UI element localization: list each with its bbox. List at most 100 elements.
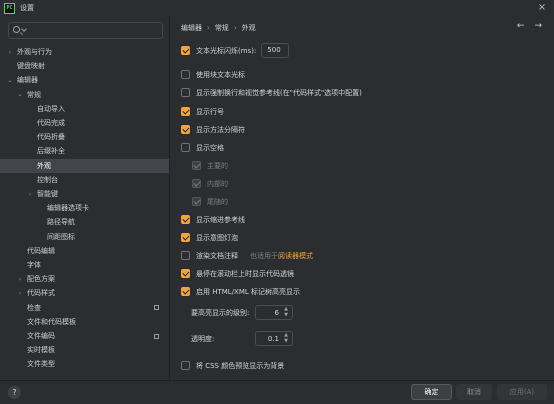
render-docs-hint: 也适用于阅读器模式 [250, 251, 313, 261]
tree-item[interactable]: 后缀补全 [0, 144, 169, 158]
close-icon[interactable]: × [537, 3, 547, 13]
tree-item-label: 外观 [37, 161, 51, 170]
tree-item[interactable]: ⌄ 常规 [0, 88, 169, 102]
html-xml-highlight-checkbox[interactable] [181, 287, 190, 296]
apply-button[interactable]: 应用(A) [497, 384, 547, 400]
tree-item[interactable]: 自动导入 [0, 102, 169, 116]
search-box[interactable] [8, 22, 163, 39]
caret-blink-checkbox[interactable] [181, 46, 190, 55]
nav-arrows: ← → [517, 21, 542, 31]
whitespaces-option[interactable]: 显示空格 [181, 141, 224, 154]
project-scope-icon [154, 333, 159, 339]
tree-item[interactable]: 间距图标 [0, 230, 169, 244]
tree-item[interactable]: 检查 [0, 301, 169, 315]
css-color-bg-option[interactable]: 将 CSS 颜色预览显示为背景 [181, 359, 284, 372]
tree-item-label: 代码样式 [27, 289, 55, 298]
tree-item-label: 文件编码 [27, 332, 55, 340]
chevron-down-icon[interactable]: ⌄ [16, 91, 24, 98]
css-color-bg-checkbox[interactable] [181, 361, 190, 370]
intention-bulb-label: 显示意图灯泡 [196, 233, 238, 242]
hard-wrap-guides-option[interactable]: 显示强制换行和视觉参考线(在"代码样式"选项中配置) [181, 86, 362, 99]
opacity-spinner[interactable]: 0.1 ▲ ▼ [255, 331, 293, 346]
breadcrumb-item: 外观 [241, 24, 256, 32]
code-lens-scrollbar-option[interactable]: 悬停在滚动栏上时显示代码透镜 [181, 267, 294, 280]
tree-item-label: 配色方案 [27, 275, 55, 284]
method-separators-checkbox[interactable] [181, 125, 190, 134]
render-docs-checkbox[interactable] [181, 251, 190, 260]
window-title: 设置 [20, 4, 34, 12]
tree-item[interactable]: 文件和代码模板 [0, 315, 169, 329]
tree-item[interactable]: 控制台 [0, 173, 169, 187]
tree-item[interactable]: › 外观与行为 [0, 45, 169, 59]
back-arrow-icon[interactable]: ← [517, 21, 525, 31]
tree-item[interactable]: 字体 [0, 258, 169, 272]
indent-guides-option[interactable]: 显示缩进参考线 [181, 213, 245, 226]
method-separators-label: 显示方法分隔符 [196, 125, 245, 134]
tree-item[interactable]: 实时模板 [0, 343, 169, 357]
render-docs-option[interactable]: 渲染文档注释 也适用于阅读器模式 [181, 249, 313, 262]
block-caret-checkbox[interactable] [181, 70, 190, 79]
html-xml-highlight-option[interactable]: 启用 HTML/XML 标记树高亮显示 [181, 285, 300, 298]
decrement-icon[interactable]: ▼ [283, 339, 289, 344]
search-input[interactable] [29, 24, 159, 37]
tree-item[interactable]: › 配色方案 [0, 272, 169, 286]
dialog-footer: ? 确定 取消 应用(A) [0, 380, 554, 404]
cancel-button[interactable]: 取消 [456, 384, 492, 400]
tree-item[interactable]: 路径导航 [0, 215, 169, 229]
chevron-right-icon[interactable]: › [16, 290, 24, 297]
block-caret-label: 使用块文本光标 [196, 70, 245, 79]
render-docs-hint-text: 也适用于 [250, 251, 278, 260]
line-numbers-option[interactable]: 显示行号 [181, 105, 224, 118]
ws-inner-option: 内部的 [192, 177, 228, 190]
tree-item-label: 智能键 [37, 190, 58, 198]
intention-bulb-option[interactable]: 显示意图灯泡 [181, 231, 238, 244]
chevron-down-icon[interactable] [21, 26, 27, 32]
hard-wrap-guides-checkbox[interactable] [181, 88, 190, 97]
block-caret-option[interactable]: 使用块文本光标 [181, 68, 245, 81]
tree-item-label: 控制台 [37, 175, 58, 184]
chevron-right-icon[interactable]: › [26, 191, 34, 198]
breadcrumb-item[interactable]: 编辑器 [181, 23, 202, 33]
hard-wrap-guides-label: 显示强制换行和视觉参考线(在"代码样式"选项中配置) [196, 88, 362, 97]
tree-item[interactable]: 文件编码 [0, 329, 169, 343]
help-icon[interactable]: ? [8, 386, 21, 399]
opacity-value: 0.1 [267, 335, 279, 343]
tree-item-label: 自动导入 [37, 104, 65, 113]
breadcrumb: 编辑器 › 常规 › 外观 [181, 23, 256, 33]
ok-button[interactable]: 确定 [411, 384, 452, 400]
indent-guides-checkbox[interactable] [181, 215, 190, 224]
tree-item[interactable]: › 代码样式 [0, 286, 169, 300]
tree-item[interactable]: › 智能键 [0, 187, 169, 201]
tree-item[interactable]: 键盘映射 [0, 59, 169, 73]
tree-item-label: 文件类型 [27, 360, 55, 369]
highlight-levels-spinner[interactable]: 6 ▲ ▼ [255, 305, 293, 320]
tree-item-label: 代码完成 [37, 119, 65, 127]
chevron-down-icon[interactable]: ⌄ [6, 77, 14, 84]
caret-blink-ms-input[interactable]: 500 [261, 43, 290, 58]
chevron-right-icon[interactable]: › [6, 49, 14, 56]
tree-item[interactable]: ⌄ 编辑器 [0, 73, 169, 87]
caret-blink-option[interactable]: 文本光标闪烁(ms): 500 [181, 43, 290, 58]
method-separators-option[interactable]: 显示方法分隔符 [181, 123, 245, 136]
decrement-icon[interactable]: ▼ [283, 313, 289, 318]
tree-item[interactable]: 代码完成 [0, 116, 169, 130]
tree-item-label: 编辑器 [17, 76, 38, 85]
forward-arrow-icon[interactable]: → [534, 21, 542, 31]
ws-leading-label: 主要的 [207, 161, 228, 170]
tree-item[interactable]: 代码编辑 [0, 244, 169, 258]
tree-item[interactable]: 外观 [0, 158, 169, 173]
whitespaces-checkbox[interactable] [181, 143, 190, 152]
tree-item[interactable]: 文件类型 [0, 357, 169, 371]
breadcrumb-item[interactable]: 常规 [215, 23, 229, 33]
tree-item[interactable]: 代码折叠 [0, 130, 169, 144]
chevron-right-icon[interactable]: › [16, 276, 24, 283]
tree-item-label: 键盘映射 [17, 62, 45, 71]
search-icon [13, 26, 20, 33]
line-numbers-checkbox[interactable] [181, 107, 190, 116]
reader-mode-link[interactable]: 阅读器模式 [278, 252, 313, 260]
intention-bulb-checkbox[interactable] [181, 233, 190, 242]
tree-item-label: 代码折叠 [37, 133, 65, 142]
code-lens-scrollbar-checkbox[interactable] [181, 269, 190, 278]
tree-item[interactable]: 编辑器选项卡 [0, 201, 169, 215]
ws-leading-checkbox [192, 161, 201, 170]
